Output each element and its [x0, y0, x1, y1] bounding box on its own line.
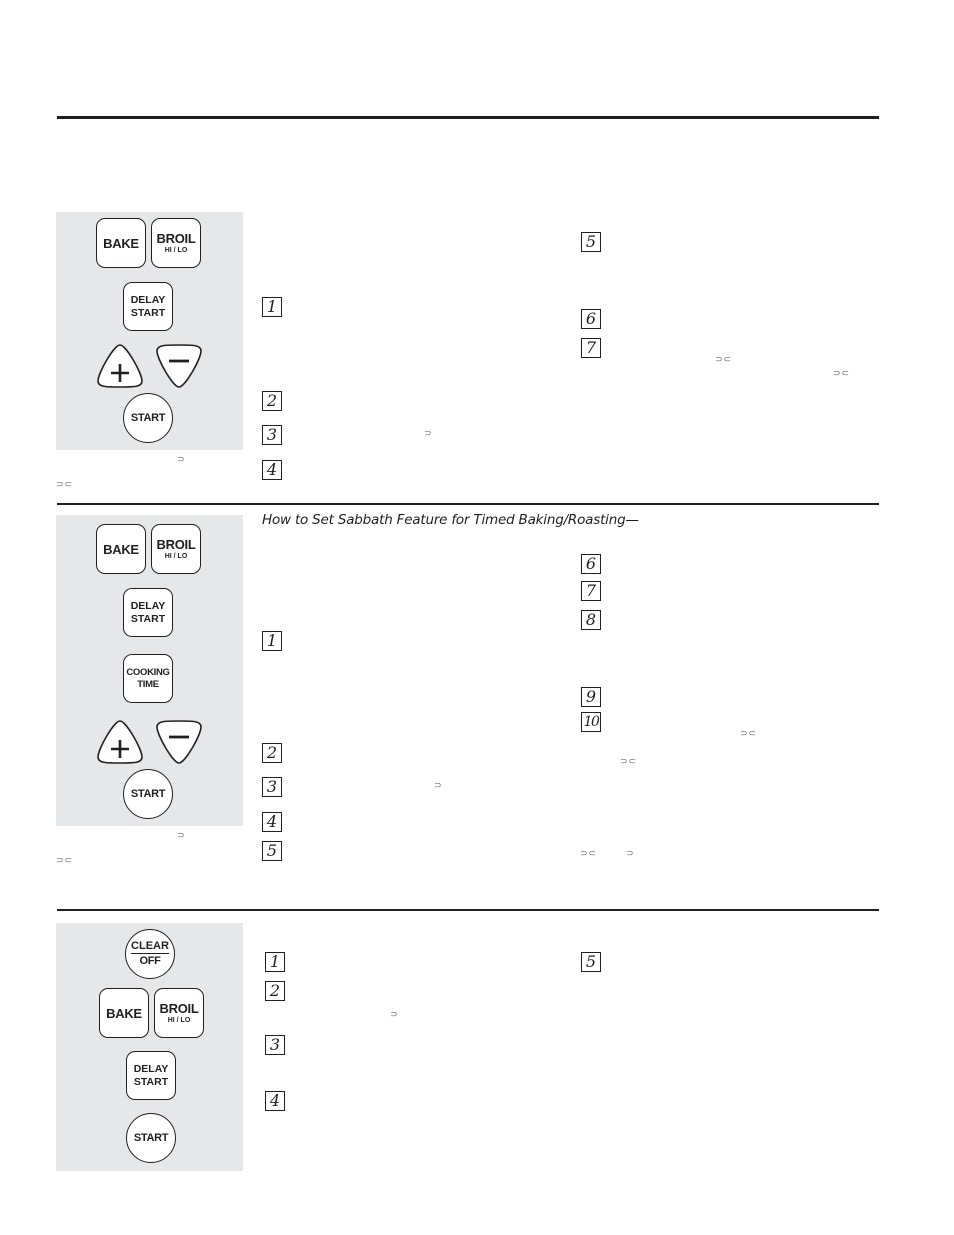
bake-key-label: BAKE — [106, 1005, 142, 1021]
start-key[interactable]: START — [123, 393, 173, 443]
minus-key[interactable] — [155, 343, 203, 389]
broil-key-label: BROIL — [156, 537, 196, 552]
start-key-label: START — [130, 411, 166, 424]
delay-key-label-1: DELAY — [130, 294, 166, 307]
inline-glyph: ⊃⊂ — [740, 729, 758, 739]
bake-key[interactable]: BAKE — [96, 524, 146, 574]
clear-off-key[interactable]: CLEAR OFF — [125, 929, 175, 979]
section-heading: How to Set Sabbath Feature for Timed Bak… — [262, 512, 639, 528]
step-number-3: 3 — [262, 777, 282, 797]
step-number-5: 5 — [262, 841, 282, 861]
step-number-2: 2 — [262, 391, 282, 411]
delay-key-label-2: START — [130, 612, 166, 625]
step-number-4: 4 — [265, 1091, 285, 1111]
step-number-8: 8 — [581, 610, 601, 630]
broil-key[interactable]: BROIL HI / LO — [151, 524, 201, 574]
inline-glyph: ⊃⊂ — [833, 369, 851, 379]
caption-glyph: ⊃⊂ — [56, 480, 74, 490]
caption-glyph: ⊃⊂ — [56, 856, 74, 866]
step-number-3: 3 — [262, 425, 282, 445]
step-number-3: 3 — [265, 1035, 285, 1055]
step-number-6: 6 — [581, 309, 601, 329]
delay-key-label-2: START — [130, 306, 166, 319]
step-number-1: 1 — [265, 952, 285, 972]
clear-key-label-1: CLEAR — [131, 940, 169, 954]
delay-key-label-2: START — [133, 1075, 169, 1088]
delay-start-key[interactable]: DELAY START — [123, 282, 173, 331]
broil-key-sublabel: HI / LO — [167, 1017, 191, 1024]
inline-glyph: ⊃⊂ — [715, 355, 733, 365]
caption-glyph: ⊃ — [177, 831, 186, 841]
minus-key[interactable] — [155, 719, 203, 765]
step-number-4: 4 — [262, 812, 282, 832]
bake-key-label: BAKE — [103, 541, 139, 557]
cooking-key-label-2: TIME — [137, 678, 159, 690]
delay-start-key[interactable]: DELAY START — [126, 1051, 176, 1100]
cooking-key-label-1: COOKING — [126, 667, 170, 679]
broil-key-sublabel: HI / LO — [164, 247, 188, 254]
plus-icon — [97, 344, 143, 388]
step-number-6: 6 — [581, 554, 601, 574]
step-number-7: 7 — [581, 581, 601, 601]
delay-key-label-1: DELAY — [133, 1063, 169, 1076]
plus-key[interactable] — [96, 343, 144, 389]
delay-start-key[interactable]: DELAY START — [123, 588, 173, 637]
step-number-2: 2 — [262, 743, 282, 763]
step-number-7: 7 — [581, 338, 601, 358]
delay-key-label-1: DELAY — [130, 600, 166, 613]
inline-glyph: ⊃⊂ — [580, 849, 598, 859]
step-number-9: 9 — [581, 687, 601, 707]
section-divider — [57, 503, 879, 505]
step-number-1: 1 — [262, 297, 282, 317]
step-number-2: 2 — [265, 981, 285, 1001]
step-number-10: 10 — [581, 712, 601, 732]
start-key[interactable]: START — [126, 1113, 176, 1163]
inline-glyph: ⊃ — [424, 429, 433, 439]
inline-glyph: ⊃ — [434, 781, 443, 791]
clear-key-label-2: OFF — [139, 955, 161, 967]
header-rule — [57, 116, 879, 119]
bake-key-label: BAKE — [103, 235, 139, 251]
bake-key[interactable]: BAKE — [96, 218, 146, 268]
step-number-1: 1 — [262, 631, 282, 651]
start-key-label: START — [133, 1131, 169, 1144]
bake-key[interactable]: BAKE — [99, 988, 149, 1038]
step-number-5: 5 — [581, 952, 601, 972]
broil-key[interactable]: BROIL HI / LO — [151, 218, 201, 268]
start-key[interactable]: START — [123, 769, 173, 819]
step-number-4: 4 — [262, 460, 282, 480]
caption-glyph: ⊃ — [177, 455, 186, 465]
broil-key-label: BROIL — [156, 231, 196, 246]
plus-key[interactable] — [96, 719, 144, 765]
inline-glyph: ⊃ — [626, 849, 635, 859]
start-key-label: START — [130, 787, 166, 800]
cooking-time-key[interactable]: COOKING TIME — [123, 654, 173, 703]
plus-icon — [97, 720, 143, 764]
inline-glyph: ⊃ — [390, 1010, 399, 1020]
inline-glyph: ⊃⊂ — [620, 757, 638, 767]
step-number-5: 5 — [581, 232, 601, 252]
minus-icon — [156, 720, 202, 764]
broil-key[interactable]: BROIL HI / LO — [154, 988, 204, 1038]
section-divider — [57, 909, 879, 911]
minus-icon — [156, 344, 202, 388]
broil-key-sublabel: HI / LO — [164, 553, 188, 560]
broil-key-label: BROIL — [159, 1001, 199, 1016]
